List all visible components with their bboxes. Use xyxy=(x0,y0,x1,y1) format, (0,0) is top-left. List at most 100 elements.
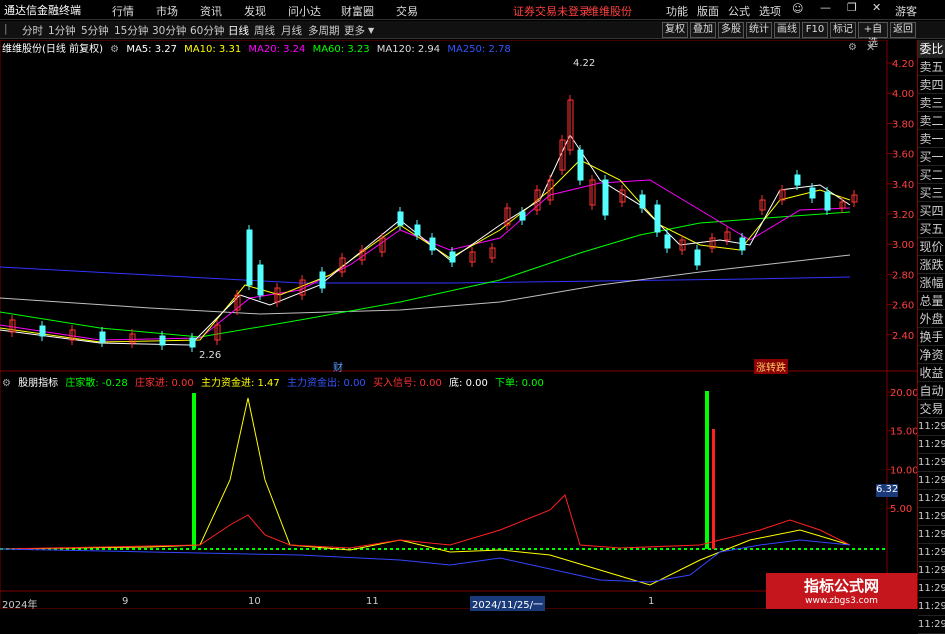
period-toolbar: | 分时 1分钟 5分钟 15分钟 30分钟 60分钟 日线 周线 月线 多周期… xyxy=(0,21,945,49)
menu-jiaoyi[interactable]: 交易 xyxy=(396,3,418,19)
menu-banmian[interactable]: 版面 xyxy=(697,3,719,19)
trade-row-label[interactable]: 11:29 xyxy=(918,472,945,490)
zhang-tag[interactable]: 涨转跌 xyxy=(754,359,788,374)
trade-row-label[interactable]: 交易 xyxy=(918,400,945,418)
quote-row-label[interactable]: 买四 xyxy=(918,202,945,220)
quote-row-label[interactable]: 净资 xyxy=(918,346,945,364)
candles-group xyxy=(9,95,858,352)
diejia-button[interactable]: 叠加 xyxy=(690,22,716,38)
menu-hangqing[interactable]: 行情 xyxy=(112,3,134,19)
huaxian-button[interactable]: 画线 xyxy=(774,22,800,38)
quote-row-label[interactable]: 收益 xyxy=(918,364,945,382)
menu-wenxiaoda[interactable]: 问小达 xyxy=(288,3,321,19)
quote-row-label[interactable]: 买三 xyxy=(918,184,945,202)
menu-gongneng[interactable]: 功能 xyxy=(666,3,688,19)
indicator-name[interactable]: 股朋指标 xyxy=(18,378,58,389)
tab-60min[interactable]: 60分钟 xyxy=(190,23,224,38)
trade-row-label[interactable]: 11:29 xyxy=(918,526,945,544)
tab-weekly[interactable]: 周线 xyxy=(254,23,275,38)
tab-fenshi[interactable]: 分时 xyxy=(22,23,43,38)
fuquan-button[interactable]: 复权 xyxy=(662,22,688,38)
trade-row-label[interactable]: 11:29 xyxy=(918,544,945,562)
zhuangjia-value: 庄家散: -0.28 xyxy=(65,378,128,389)
yellow-ind-line xyxy=(0,397,851,586)
candle-body xyxy=(809,187,816,199)
price-tick-label: 2.40 xyxy=(892,331,914,342)
f10-button[interactable]: F10 xyxy=(802,22,828,38)
zhuli-bar xyxy=(192,393,196,549)
zhuli-out-value: 主力资金出: 0.00 xyxy=(286,378,366,389)
menu-zixun[interactable]: 资讯 xyxy=(200,3,222,19)
menu-xuanxiang[interactable]: 选项 xyxy=(759,3,781,19)
trade-row-label[interactable]: 11:29 xyxy=(918,616,945,634)
tab-15min[interactable]: 15分钟 xyxy=(114,23,148,38)
quote-row-label[interactable]: 买二 xyxy=(918,166,945,184)
quote-row-label[interactable]: 总量 xyxy=(918,292,945,310)
menu-faxian[interactable]: 发现 xyxy=(244,3,266,19)
tab-multi-period[interactable]: 多周期 xyxy=(308,23,340,38)
trade-row-label[interactable]: 11:29 xyxy=(918,418,945,436)
add-watchlist-button[interactable]: +自选 xyxy=(858,22,888,49)
indicator-current-marker: 6.32 xyxy=(876,484,899,497)
menu-caifuquan[interactable]: 财富圈 xyxy=(341,3,374,19)
tongji-button[interactable]: 统计 xyxy=(746,22,772,38)
minimize-icon[interactable]: — xyxy=(820,1,831,14)
duogu-button[interactable]: 多股 xyxy=(718,22,744,38)
quote-row-label[interactable]: 外盘 xyxy=(918,310,945,328)
trade-row-label[interactable]: 11:29 xyxy=(918,562,945,580)
biaoji-button[interactable]: 标记 xyxy=(830,22,856,38)
close-icon[interactable]: ✕ xyxy=(872,1,881,14)
ma5-line xyxy=(0,133,851,346)
tab-more[interactable]: 更多 xyxy=(344,23,365,38)
quote-row-label[interactable]: 涨跌 xyxy=(918,256,945,274)
tab-daily[interactable]: 日线 xyxy=(228,23,249,38)
di-value: 底: 0.00 xyxy=(449,378,488,389)
candle-body xyxy=(246,229,253,286)
trade-row-label[interactable]: 11:29 xyxy=(918,454,945,472)
trade-row-label[interactable]: 11:29 xyxy=(918,490,945,508)
low-price-label: 2.26 xyxy=(199,350,222,361)
quote-row-label[interactable]: 卖三 xyxy=(918,94,945,112)
menu-gongshi[interactable]: 公式 xyxy=(728,3,750,19)
guest-label[interactable]: 游客 xyxy=(895,3,917,19)
trade-row-label[interactable]: 11:29 xyxy=(918,598,945,616)
trade-row-label[interactable]: 11:29 xyxy=(918,508,945,526)
quote-row-label[interactable]: 卖一 xyxy=(918,130,945,148)
quote-row-label[interactable]: 涨幅 xyxy=(918,274,945,292)
quote-row-label[interactable]: 卖四 xyxy=(918,76,945,94)
quote-row-label[interactable]: 买一 xyxy=(918,148,945,166)
price-tick-label: 3.00 xyxy=(892,240,914,251)
quote-row-label[interactable]: 卖五 xyxy=(918,58,945,76)
price-tick-label: 3.80 xyxy=(892,119,914,130)
menu-shichang[interactable]: 市场 xyxy=(156,3,178,19)
tab-5min[interactable]: 5分钟 xyxy=(81,23,109,38)
quote-row-label[interactable]: 换手 xyxy=(918,328,945,346)
indicator-legend: ⚙ 股朋指标 庄家散: -0.28 庄家进: 0.00 主力资金进: 1.47 … xyxy=(0,374,548,390)
trade-row-label[interactable]: 自动 xyxy=(918,382,945,400)
quote-row-label[interactable]: 卖二 xyxy=(918,112,945,130)
trade-row-label[interactable]: 11:29 xyxy=(918,580,945,598)
current-stock: 维维股份 xyxy=(588,5,632,18)
indicator-gear-icon[interactable]: ⚙ xyxy=(2,378,11,389)
tab-1min[interactable]: 1分钟 xyxy=(48,23,76,38)
quote-row-label[interactable]: 买五 xyxy=(918,220,945,238)
tab-monthly[interactable]: 月线 xyxy=(281,23,302,38)
more-chevron-icon[interactable]: ▼ xyxy=(368,26,374,35)
kline-chart[interactable]: 4.20 4.00 3.80 3.60 3.40 3.20 3.00 2.80 2.60 2.40… xyxy=(0,40,917,609)
candle-body xyxy=(257,264,264,296)
user-icon[interactable]: ☺ xyxy=(792,2,803,15)
login-status[interactable]: 证券交易未登录 xyxy=(513,3,590,19)
candle-body xyxy=(739,237,746,251)
candle-body xyxy=(519,211,526,221)
candle-body xyxy=(449,251,456,263)
ma60-line xyxy=(0,211,851,338)
cai-tag[interactable]: 财 xyxy=(333,359,343,374)
ind-tick-label: 15.00 xyxy=(890,427,917,438)
restore-icon[interactable]: ❐ xyxy=(847,1,857,14)
trade-row-label[interactable]: 11:29 xyxy=(918,436,945,454)
zhuangjin-bar xyxy=(712,429,715,549)
tab-30min[interactable]: 30分钟 xyxy=(152,23,186,38)
back-button[interactable]: 返回 xyxy=(890,22,916,38)
quote-row-label[interactable]: 现价 xyxy=(918,238,945,256)
quote-row-label[interactable]: 委比 xyxy=(918,40,945,58)
